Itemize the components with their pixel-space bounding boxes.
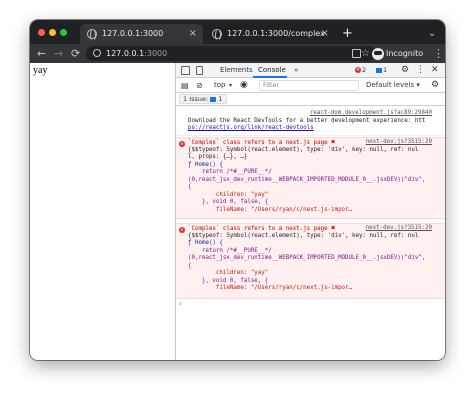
reload-button[interactable]: ⟳ [71,44,80,63]
error-object-line[interactable]: {$$typeof: Symbol(react.element), type: … [188,233,418,241]
cross-mark-icon: ✖ [331,224,336,232]
incognito-icon[interactable] [372,48,384,60]
close-tab-icon[interactable]: × [321,24,329,44]
forward-button[interactable]: → [54,44,63,63]
issues-bar: 1 Issue: 1 [176,93,445,106]
address-bar[interactable]: 127.0.0.1:3000 ☆ [86,46,376,61]
new-tab-button[interactable]: + [342,24,353,44]
context-selector[interactable]: top [214,78,225,93]
error-code-line: { [188,184,192,190]
minimize-window-icon[interactable] [49,29,56,36]
tab-search-icon[interactable]: ⌄ [428,24,436,44]
eye-icon[interactable]: ◉ [240,78,248,93]
more-options-icon[interactable]: ⋮ [416,63,425,78]
error-code-line: (0,react_jsx_dev_runtime__WEBPACK_IMPORT… [188,255,426,261]
site-info-icon[interactable] [93,49,101,57]
error-title: `Complex` class refers to a next.js page [188,226,328,232]
error-code-line: fileName: "/Users/ryan/c/next.js-impor… [188,285,353,291]
error-code-line: { [188,262,192,269]
profile-label[interactable]: Incognito [386,44,423,63]
tab-complex[interactable]: 127.0.0.1:3000/complex × [205,24,335,44]
devtools-link[interactable]: ps://reactjs.org/link/react-devtools [188,125,314,132]
browser-toolbar: ← → ⟳ 127.0.0.1:3000 ☆ Incognito ⋮ [30,44,445,63]
console-settings-icon[interactable]: ⚙ [431,78,439,93]
error-code-line: fileName: "/Users/ryan/c/next.js-impor… [188,206,353,213]
cross-mark-icon: ✖ [331,138,336,146]
clear-console-icon[interactable]: ⊘ [196,78,203,93]
globe-icon [212,29,222,41]
log-levels-dropdown[interactable]: Default levels ▾ [366,78,420,93]
devtools-tab-bar: Elements Console » ✕ 2 1 ⚙ ⋮ ✕ [176,63,445,78]
menu-icon[interactable]: ⋮ [433,44,444,63]
console-message-devtools: react-dom.development.js?ac89:29840 Down… [176,108,445,136]
error-code-line: children: "yay" [188,270,269,276]
tab-localhost[interactable]: 127.0.0.1:3000 × [80,24,203,44]
devtools-panel: Elements Console » ✕ 2 1 ⚙ ⋮ ✕ ▤ ⊘ top ▾ … [175,63,445,360]
console-toolbar: ▤ ⊘ top ▾ ◉ Filter Default levels ▾ ⚙ [176,78,445,93]
error-object-line: l, props: {…}, …} [188,154,248,160]
close-devtools-icon[interactable]: ✕ [431,63,439,78]
device-toolbar-icon[interactable] [196,66,203,75]
page-text: yay [33,65,48,76]
error-code-line: children: "yay" [188,191,269,198]
side-panel-icon[interactable] [352,49,361,58]
console-error-2: ✕ `Complex` class refers to a next.js pa… [176,223,445,299]
console-prompt[interactable]: › [179,300,182,308]
globe-icon [87,29,97,41]
info-count-badge[interactable]: 1 [376,66,394,75]
error-object-line[interactable]: {$$typeof: Symbol(react.element), type: … [188,147,418,155]
chevron-down-icon[interactable]: ▾ [229,78,232,93]
error-icon: ✕ [179,141,185,147]
error-code-line: }, void 0, false, { [188,199,269,205]
filter-input[interactable]: Filter [259,80,359,91]
tab-title: 127.0.0.1:3000/complex [227,29,325,38]
settings-gear-icon[interactable]: ⚙ [401,63,409,78]
error-function-line[interactable]: ƒ Home() { [188,162,223,170]
page-viewport: yay [30,63,175,360]
error-code-line: (0,react_jsx_dev_runtime__WEBPACK_IMPORT… [188,176,426,183]
tab-strip: 127.0.0.1:3000 × 127.0.0.1:3000/complex … [30,20,445,44]
error-icon: ✕ [179,227,185,233]
error-source-link[interactable]: next-dev.js?3515:20 [366,139,432,147]
tab-title: 127.0.0.1:3000 [102,29,164,38]
issues-button[interactable]: 1 Issue: 1 [179,94,227,104]
error-code-line: return /*#__PURE__*/ [188,169,272,175]
message-source-link[interactable]: react-dom.development.js?ac89:29840 [310,110,432,117]
error-title: `Complex` class refers to a next.js page [188,140,328,146]
console-error-1: ✕ `Complex` class refers to a next.js pa… [176,137,445,219]
close-tab-icon[interactable]: × [189,24,197,44]
error-source-link[interactable]: next-dev.js?3515:20 [366,225,432,233]
url-host: 127.0.0.1 [106,49,145,58]
error-code-line: }, void 0, false, { [188,277,269,284]
message-text: Download the React DevTools for a better… [188,118,426,124]
url-port: :3000 [144,49,168,58]
close-window-icon[interactable] [38,29,45,36]
error-code-line: return /*#__PURE__*/ [188,247,272,254]
bookmark-star-icon[interactable]: ☆ [361,46,370,61]
error-count-badge[interactable]: ✕ 2 [355,66,373,75]
browser-window: 127.0.0.1:3000 × 127.0.0.1:3000/complex … [30,20,445,360]
error-function-line[interactable]: ƒ Home() { [188,240,223,248]
tab-elements[interactable]: Elements [220,63,253,78]
more-tabs-icon[interactable]: » [294,63,298,78]
back-button[interactable]: ← [37,44,46,63]
sidebar-toggle-icon[interactable]: ▤ [181,78,189,93]
inspect-icon[interactable] [181,66,190,75]
zoom-window-icon[interactable] [60,29,67,36]
